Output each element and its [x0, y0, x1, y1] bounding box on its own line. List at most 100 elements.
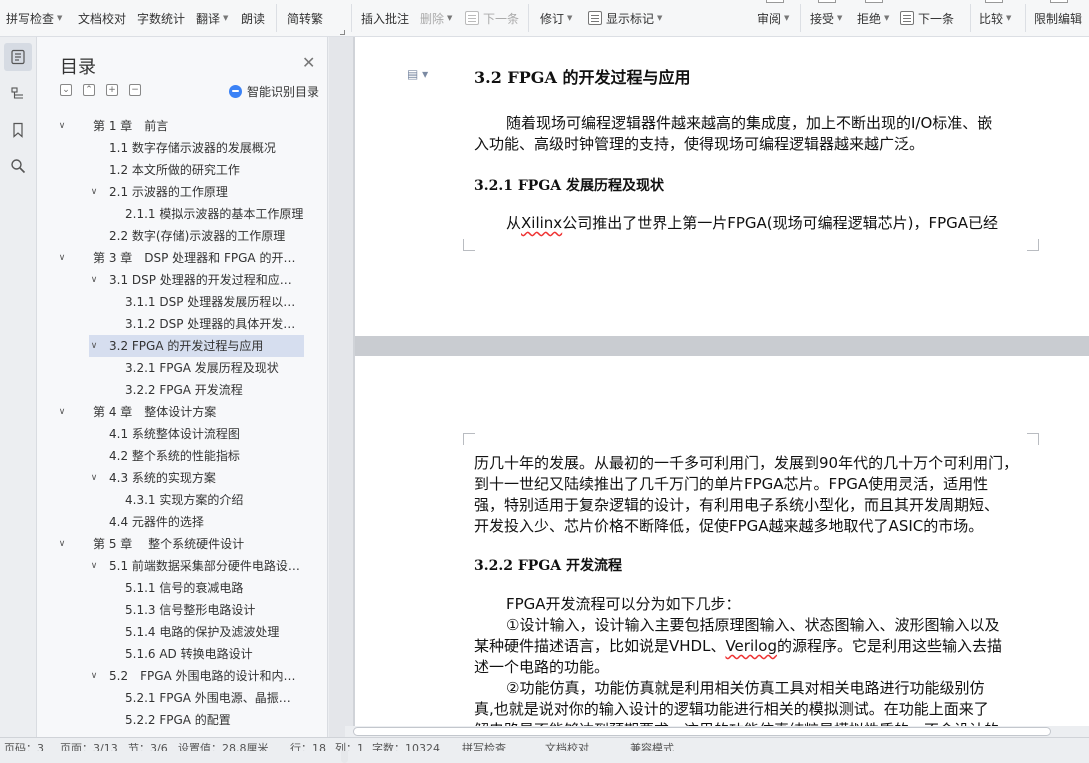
- status-page[interactable]: 页码：3: [4, 740, 44, 751]
- ai-toc-icon: [229, 85, 242, 98]
- chevron-down-icon[interactable]: ∨: [57, 247, 67, 269]
- chevron-down-icon[interactable]: ∨: [89, 269, 99, 291]
- reject-button[interactable]: 拒绝 ▼: [857, 0, 889, 36]
- toc-subsection-item[interactable]: 5.1.4 电路的保护及滤波处理: [37, 621, 307, 643]
- status-pages[interactable]: 页面：3/13: [60, 740, 118, 751]
- toc-section-item[interactable]: ∨ 5.2 FPGA 外围电路的设计和内…: [37, 665, 307, 687]
- heading-3-2: 3.2 FPGA 的开发过程与应用: [474, 68, 691, 87]
- toc-chapter-item[interactable]: ∨ 第 3 章 DSP 处理器和 FPGA 的开…: [37, 247, 307, 269]
- toc-chapter-item[interactable]: ∨ 第 5 章 整个系统硬件设计: [37, 533, 307, 555]
- status-row[interactable]: 行：18: [290, 740, 326, 751]
- toc-subsection-item[interactable]: 3.2.1 FPGA 发展历程及现状: [37, 357, 307, 379]
- toc-section-item[interactable]: 4.2 整个系统的性能指标: [37, 445, 307, 467]
- toc-section-item[interactable]: ∨ 2.1 示波器的工作原理: [37, 181, 307, 203]
- compare-button[interactable]: 比较 ▼: [979, 0, 1011, 36]
- status-proof[interactable]: 文档校对: [545, 740, 589, 751]
- toc-subsection-item[interactable]: 5.2.2 FPGA 的配置: [37, 709, 307, 727]
- toc-section-item[interactable]: ∨ 4.3 系统的实现方案: [37, 467, 307, 489]
- word-count-button[interactable]: 字数统计: [137, 0, 185, 36]
- horizontal-scrollbar[interactable]: [345, 726, 1089, 737]
- paragraph-line: 随着现场可编程逻辑器件越来越高的集成度，加上不断出现的I/O标准、嵌: [506, 114, 993, 132]
- add-heading-icon[interactable]: +: [106, 84, 118, 96]
- status-spell[interactable]: 拼写检查: [462, 740, 506, 751]
- toc-subsection-item[interactable]: 3.1.2 DSP 处理器的具体开发…: [37, 313, 307, 335]
- read-aloud-button[interactable]: 朗读: [241, 0, 265, 36]
- toc-section-item[interactable]: 2.2 数字(存储)示波器的工作原理: [37, 225, 307, 247]
- toc-section-item[interactable]: ∨ 3.1 DSP 处理器的开发过程和应…: [37, 269, 307, 291]
- toc-section-item[interactable]: 1.2 本文所做的研究工作: [37, 159, 307, 181]
- delete-comment-button[interactable]: 删除 ▼: [420, 0, 452, 36]
- paragraph-line: 开发投入少、芯片价格不断降低，促使FPGA越来越多地取代了ASIC的市场。: [474, 517, 984, 535]
- translate-button[interactable]: 翻译 ▼: [196, 0, 228, 36]
- status-section[interactable]: 节：3/6: [128, 740, 168, 751]
- toc-section-item[interactable]: 4.1 系统整体设计流程图: [37, 423, 307, 445]
- show-marks-icon: [588, 11, 602, 25]
- page-outline-icon[interactable]: ▤ ▾: [407, 67, 428, 81]
- toc-subsection-item[interactable]: 5.1.3 信号整形电路设计: [37, 599, 307, 621]
- expand-all-icon[interactable]: ⌄: [60, 84, 72, 96]
- translate-label: 翻译: [196, 11, 221, 26]
- review-button[interactable]: 审阅 ▼: [757, 0, 789, 36]
- next-revision-button[interactable]: 下一条: [900, 0, 954, 36]
- chevron-down-icon[interactable]: ∨: [89, 181, 99, 203]
- spellcheck-button[interactable]: 拼写检查 ▼: [6, 0, 62, 36]
- toc-chapter-item[interactable]: ∨ 第 4 章 整体设计方案: [37, 401, 307, 423]
- toc-item-label: 4.4 元器件的选择: [109, 515, 204, 529]
- bookmark-icon[interactable]: [4, 116, 32, 144]
- chevron-down-icon[interactable]: ∨: [57, 533, 67, 555]
- ai-toc-button[interactable]: 智能识别目录: [229, 83, 319, 100]
- chevron-down-icon[interactable]: ∨: [57, 401, 67, 423]
- chapter-nav-icon[interactable]: [4, 80, 32, 108]
- toc-section-item[interactable]: 1.1 数字存储示波器的发展概况: [37, 137, 307, 159]
- toc-subsection-item[interactable]: 2.1.1 模拟示波器的基本工作原理: [37, 203, 307, 225]
- remove-heading-icon[interactable]: −: [129, 84, 141, 96]
- horizontal-scrollbar-thumb[interactable]: [353, 727, 1051, 736]
- status-setting[interactable]: 设置值：28.8厘米: [178, 740, 269, 751]
- toc-section-item[interactable]: ∨ 3.2 FPGA 的开发过程与应用: [89, 335, 304, 357]
- toc-subsection-item[interactable]: 5.1.1 信号的衰减电路: [37, 577, 307, 599]
- insert-comment-button[interactable]: 插入批注: [361, 0, 409, 36]
- close-icon[interactable]: ✕: [302, 55, 315, 71]
- panel-divider[interactable]: [353, 37, 355, 737]
- revise-button[interactable]: 修订 ▼: [540, 0, 572, 36]
- toc-chapter-item[interactable]: ∨ 第 1 章 前言: [37, 115, 307, 137]
- toc-subsection-item[interactable]: 3.2.2 FPGA 开发流程: [37, 379, 307, 401]
- ribbon-toolbar: 拼写检查 ▼ 文档校对 字数统计 翻译 ▼ 朗读 简转繁 插入批注 删除 ▼ 下一条 …: [0, 0, 1089, 37]
- toc-subsection-item[interactable]: 3.1.1 DSP 处理器发展历程以…: [37, 291, 307, 313]
- review-label: 审阅: [757, 11, 782, 26]
- toc-item-label: 3.1 DSP 处理器的开发过程和应…: [109, 273, 292, 287]
- toc-subsection-item[interactable]: 5.2.1 FPGA 外围电源、晶振…: [37, 687, 307, 709]
- show-marks-button[interactable]: 显示标记 ▼: [588, 0, 662, 36]
- chevron-down-icon[interactable]: ∨: [89, 335, 99, 357]
- status-bar: 页码：3 页面：3/13 节：3/6 设置值：28.8厘米 行：18 列：1 字…: [0, 737, 1089, 751]
- trad-simp-button[interactable]: 简转繁: [287, 0, 323, 36]
- ribbon-divider: [800, 4, 801, 32]
- ribbon-divider: [528, 4, 529, 32]
- chevron-down-icon[interactable]: ∨: [57, 115, 67, 137]
- collapse-all-icon[interactable]: ⌃: [83, 84, 95, 96]
- status-words[interactable]: 字数：10324: [372, 740, 440, 751]
- toc-panel: 目录 ✕ ⌄ ⌃ + − 智能识别目录 ∨ 第 1 章 前言 1.1 数字存储示波器…: [37, 37, 348, 763]
- toc-section-item[interactable]: 4.4 元器件的选择: [37, 511, 307, 533]
- toc-item-label: 第 4 章 整体设计方案: [93, 405, 217, 419]
- restrict-edit-button[interactable]: 限制编辑: [1034, 0, 1082, 36]
- chevron-down-icon[interactable]: ∨: [89, 555, 99, 577]
- chevron-down-icon[interactable]: ∨: [89, 665, 99, 687]
- spelling-error-text[interactable]: Xilinx: [521, 214, 562, 232]
- group-launcher-icon[interactable]: [340, 30, 345, 35]
- accept-button[interactable]: 接受 ▼: [810, 0, 842, 36]
- next-comment-button[interactable]: 下一条: [465, 0, 519, 36]
- ai-toc-label: 智能识别目录: [247, 85, 320, 99]
- chevron-down-icon[interactable]: ∨: [89, 467, 99, 489]
- toc-subsection-item[interactable]: 4.3.1 实现方案的介绍: [37, 489, 307, 511]
- search-icon[interactable]: [4, 152, 32, 180]
- doc-proof-button[interactable]: 文档校对: [78, 0, 126, 36]
- toc-item-label: 3.2.1 FPGA 发展历程及现状: [125, 361, 279, 375]
- ribbon-divider: [970, 4, 971, 32]
- toc-subsection-item[interactable]: 5.1.6 AD 转换电路设计: [37, 643, 307, 665]
- toc-panel-icon[interactable]: [4, 43, 32, 71]
- status-col[interactable]: 列：1: [335, 740, 364, 751]
- spelling-error-text[interactable]: Verilog: [725, 637, 777, 655]
- toc-section-item[interactable]: ∨ 5.1 前端数据采集部分硬件电路设…: [37, 555, 307, 577]
- paragraph-line: ①设计输入，设计输入主要包括原理图输入、状态图输入、波形图输入以及: [506, 616, 1000, 634]
